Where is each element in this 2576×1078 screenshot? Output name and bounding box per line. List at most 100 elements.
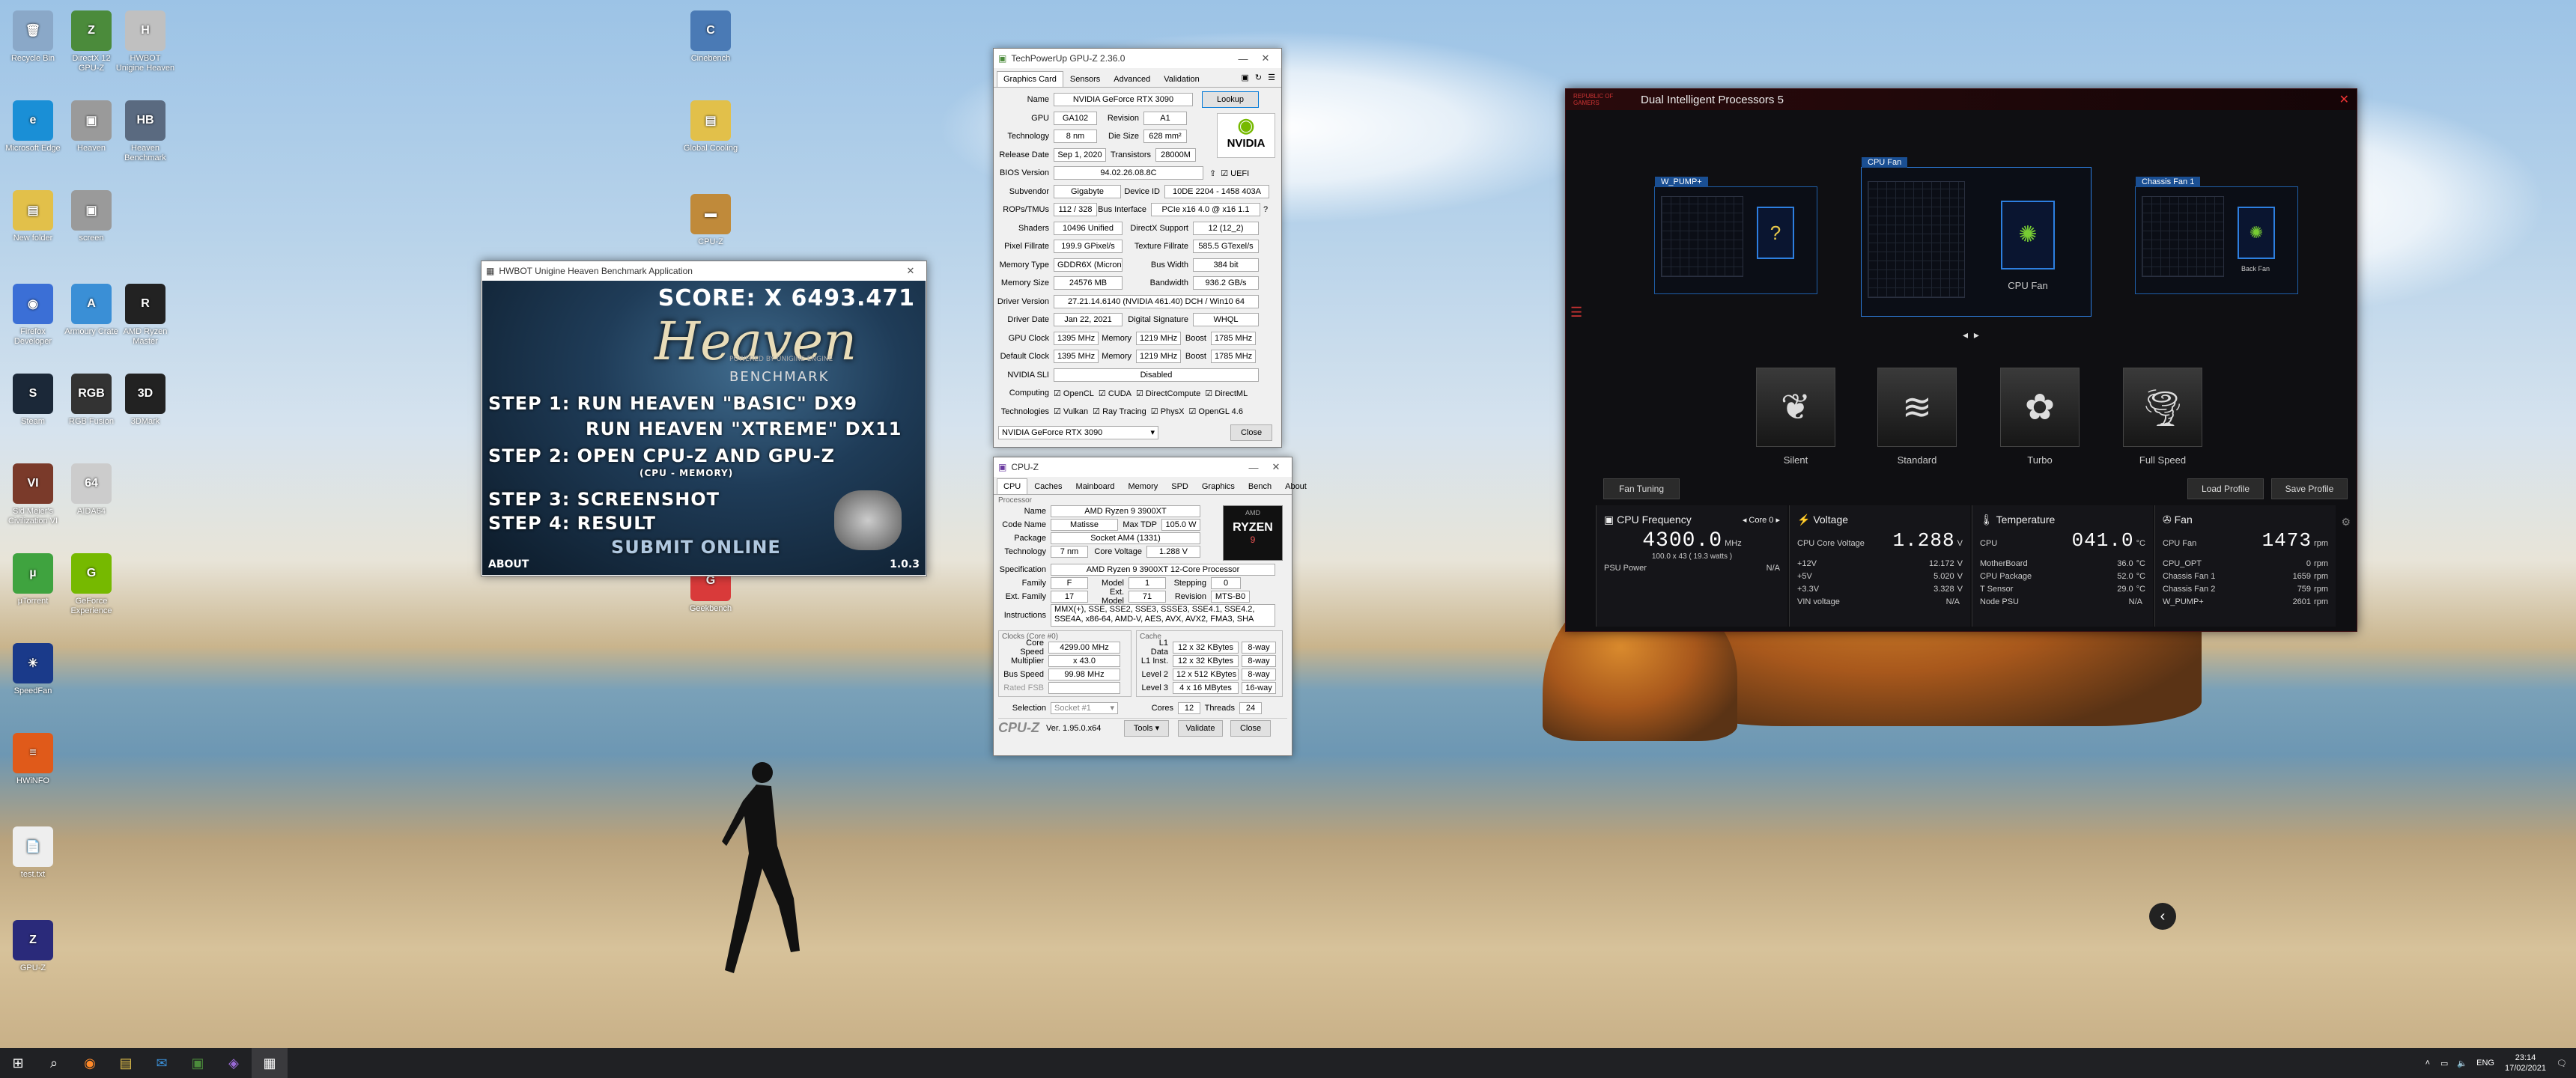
tab-graphics-card[interactable]: Graphics Card — [997, 71, 1063, 87]
tab-about[interactable]: About — [1278, 478, 1313, 494]
mode-silent[interactable]: ❦ Silent — [1756, 368, 1835, 466]
desktop-icon[interactable]: µ µTorrent — [3, 553, 63, 606]
mode-turbo[interactable]: ✿ Turbo — [2000, 368, 2080, 466]
fan-tuning-button[interactable]: Fan Tuning — [1603, 478, 1680, 499]
clock[interactable]: 23:14 17/02/2021 — [2505, 1053, 2546, 1074]
cpuz-window[interactable]: ▣ CPU-Z — ✕ CPU Caches Mainboard Memory SPD… — [993, 457, 1307, 756]
heaven-titlebar[interactable]: ▦ HWBOT Unigine Heaven Benchmark Applicat… — [482, 261, 926, 281]
tab-mainboard[interactable]: Mainboard — [1069, 478, 1122, 494]
tools-button[interactable]: Tools ▾ — [1124, 719, 1169, 737]
refresh-icon[interactable]: ↻ — [1252, 71, 1265, 87]
heaven-taskbar-icon[interactable]: ▦ — [252, 1048, 288, 1078]
submit-online[interactable]: SUBMIT ONLINE — [611, 537, 781, 558]
cpuz-taskbar-icon[interactable]: ◈ — [216, 1048, 252, 1078]
close-icon[interactable]: ✕ — [899, 265, 922, 277]
desktop-icon[interactable]: HB Heaven Benchmark — [115, 100, 175, 163]
desktop-icon[interactable]: ▣ screen — [61, 190, 121, 243]
tab-validation[interactable]: Validation — [1157, 71, 1206, 87]
close-icon[interactable]: ✕ — [1265, 461, 1287, 473]
mode-full-speed[interactable]: 🌪 Full Speed — [2123, 368, 2202, 466]
file-explorer-icon[interactable]: ▤ — [108, 1048, 144, 1078]
desktop-icon[interactable]: Z DirectX 12 GPU-Z — [61, 10, 121, 73]
dip5-titlebar[interactable]: REPUBLIC OF GAMERS Dual Intelligent Proce… — [1566, 89, 2357, 110]
close-button[interactable]: Close — [1230, 719, 1271, 737]
tab-memory[interactable]: Memory — [1122, 478, 1165, 494]
side-menu-icon[interactable]: ☰ — [1570, 305, 1582, 320]
mail-icon[interactable]: ✉ — [144, 1048, 180, 1078]
desktop-icon[interactable]: ▬ CPU-Z — [681, 194, 741, 247]
firefox-taskbar-icon[interactable]: ◉ — [72, 1048, 108, 1078]
camera-icon[interactable]: ▣ — [1239, 71, 1252, 87]
desktop-icon[interactable]: Z GPU-Z — [3, 920, 63, 973]
opengl-checkbox: ☑ OpenGL 4.6 — [1188, 407, 1243, 417]
save-profile-button[interactable]: Save Profile — [2271, 478, 2348, 499]
desktop-icon[interactable]: ▤ Global Cooling — [681, 100, 741, 153]
desktop-icon[interactable]: G GeForce Experience — [61, 553, 121, 616]
app-icon: Z — [71, 10, 112, 51]
lookup-button[interactable]: Lookup — [1202, 91, 1259, 109]
gpuz-titlebar[interactable]: ▣ TechPowerUp GPU-Z 2.36.0 — ✕ — [994, 49, 1281, 68]
fan-card-chassis[interactable]: Chassis Fan 1 ✺ Back Fan — [2135, 177, 2298, 294]
desktop-icon[interactable]: ◉ Firefox Developer — [3, 284, 63, 347]
search-icon[interactable]: ⌕ — [36, 1048, 72, 1078]
chevron-left-icon[interactable]: ‹ — [2149, 903, 2176, 930]
device-id-label: Device ID — [1124, 186, 1160, 196]
notification-icon[interactable]: 🗨 — [2557, 1059, 2567, 1068]
load-profile-button[interactable]: Load Profile — [2187, 478, 2264, 499]
gpuz-window[interactable]: ▣ TechPowerUp GPU-Z 2.36.0 — ✕ Graphics Car… — [993, 48, 1282, 448]
tab-graphics[interactable]: Graphics — [1195, 478, 1242, 494]
dip5-window[interactable]: REPUBLIC OF GAMERS Dual Intelligent Proce… — [1565, 88, 2357, 632]
windows-start-icon[interactable]: ⊞ — [0, 1048, 36, 1078]
pixel-fillrate-value: 199.9 GPixel/s — [1054, 240, 1123, 254]
instructions-label: Instructions — [1003, 611, 1046, 620]
volume-icon[interactable]: 🔈 — [2457, 1059, 2467, 1068]
cpuz-titlebar[interactable]: ▣ CPU-Z — ✕ — [994, 457, 1292, 477]
menu-icon[interactable]: ☰ — [1265, 71, 1278, 87]
validate-button[interactable]: Validate — [1178, 719, 1223, 737]
desktop-icon[interactable]: 64 AIDA64 — [61, 463, 121, 517]
close-icon[interactable]: ✕ — [1254, 52, 1277, 64]
desktop-icon[interactable]: VI Sid Meier's Civilization VI — [3, 463, 63, 526]
chevron-up-icon[interactable]: ˄ — [2425, 1059, 2430, 1068]
close-icon[interactable]: ✕ — [2339, 92, 2349, 107]
network-icon[interactable]: ▭ — [2440, 1059, 2448, 1068]
fan-card-cpu[interactable]: CPU Fan ✺ CPU Fan — [1861, 157, 2092, 317]
window-title: Dual Intelligent Processors 5 — [1641, 93, 1784, 106]
about-button[interactable]: ABOUT — [488, 558, 529, 570]
desktop-icon[interactable]: e Microsoft Edge — [3, 100, 63, 153]
carousel-arrows[interactable]: ◂ ▸ — [1963, 329, 1979, 341]
minimize-icon[interactable]: — — [1232, 53, 1254, 64]
tab-cpu[interactable]: CPU — [997, 478, 1028, 494]
heaven-window[interactable]: ▦ HWBOT Unigine Heaven Benchmark Applicat… — [481, 261, 927, 576]
socket-select[interactable]: Socket #1 ▾ — [1051, 702, 1118, 714]
desktop-icon[interactable]: ▣ Heaven — [61, 100, 121, 153]
desktop-icon[interactable]: 🗑 Recycle Bin — [3, 10, 63, 64]
desktop-icon[interactable]: R AMD Ryzen Master — [115, 284, 175, 347]
tab-spd[interactable]: SPD — [1164, 478, 1195, 494]
close-button[interactable]: Close — [1230, 424, 1272, 442]
desktop-icon[interactable]: ≡ HWiNFO — [3, 733, 63, 786]
fan-card-pump[interactable]: W_PUMP+? — [1654, 177, 1817, 294]
desktop-icon[interactable]: 3D 3DMark — [115, 374, 175, 427]
desktop-icon[interactable]: 📄 test.txt — [3, 826, 63, 880]
gpuz-taskbar-icon[interactable]: ▣ — [180, 1048, 216, 1078]
desktop-icon[interactable]: A Armoury Crate — [61, 284, 121, 337]
minimize-icon[interactable]: — — [1242, 462, 1265, 473]
core-selector[interactable]: ◂ Core 0 ▸ — [1743, 515, 1780, 525]
settings-gear-icon[interactable]: ⚙ — [2341, 516, 2351, 529]
mode-standard[interactable]: ≋ Standard — [1877, 368, 1957, 466]
language-indicator[interactable]: ENG — [2476, 1059, 2494, 1068]
desktop-icon[interactable]: RGB RGB Fusion — [61, 374, 121, 427]
desktop-icon[interactable]: H HWBOT Unigine Heaven — [115, 10, 175, 73]
tab-sensors[interactable]: Sensors — [1063, 71, 1107, 87]
desktop-icon[interactable]: S Steam — [3, 374, 63, 427]
tab-advanced[interactable]: Advanced — [1107, 71, 1157, 87]
help-icon[interactable]: ? — [1263, 205, 1268, 214]
desktop-icon[interactable]: ✳ SpeedFan — [3, 643, 63, 696]
desktop-icon[interactable]: ▤ New folder — [3, 190, 63, 243]
gpu-select[interactable]: NVIDIA GeForce RTX 3090 ▾ — [998, 426, 1158, 440]
share-icon[interactable]: ⇪ — [1209, 168, 1216, 178]
tab-bench[interactable]: Bench — [1242, 478, 1278, 494]
desktop-icon[interactable]: C Cinebench — [681, 10, 741, 64]
tab-caches[interactable]: Caches — [1027, 478, 1069, 494]
